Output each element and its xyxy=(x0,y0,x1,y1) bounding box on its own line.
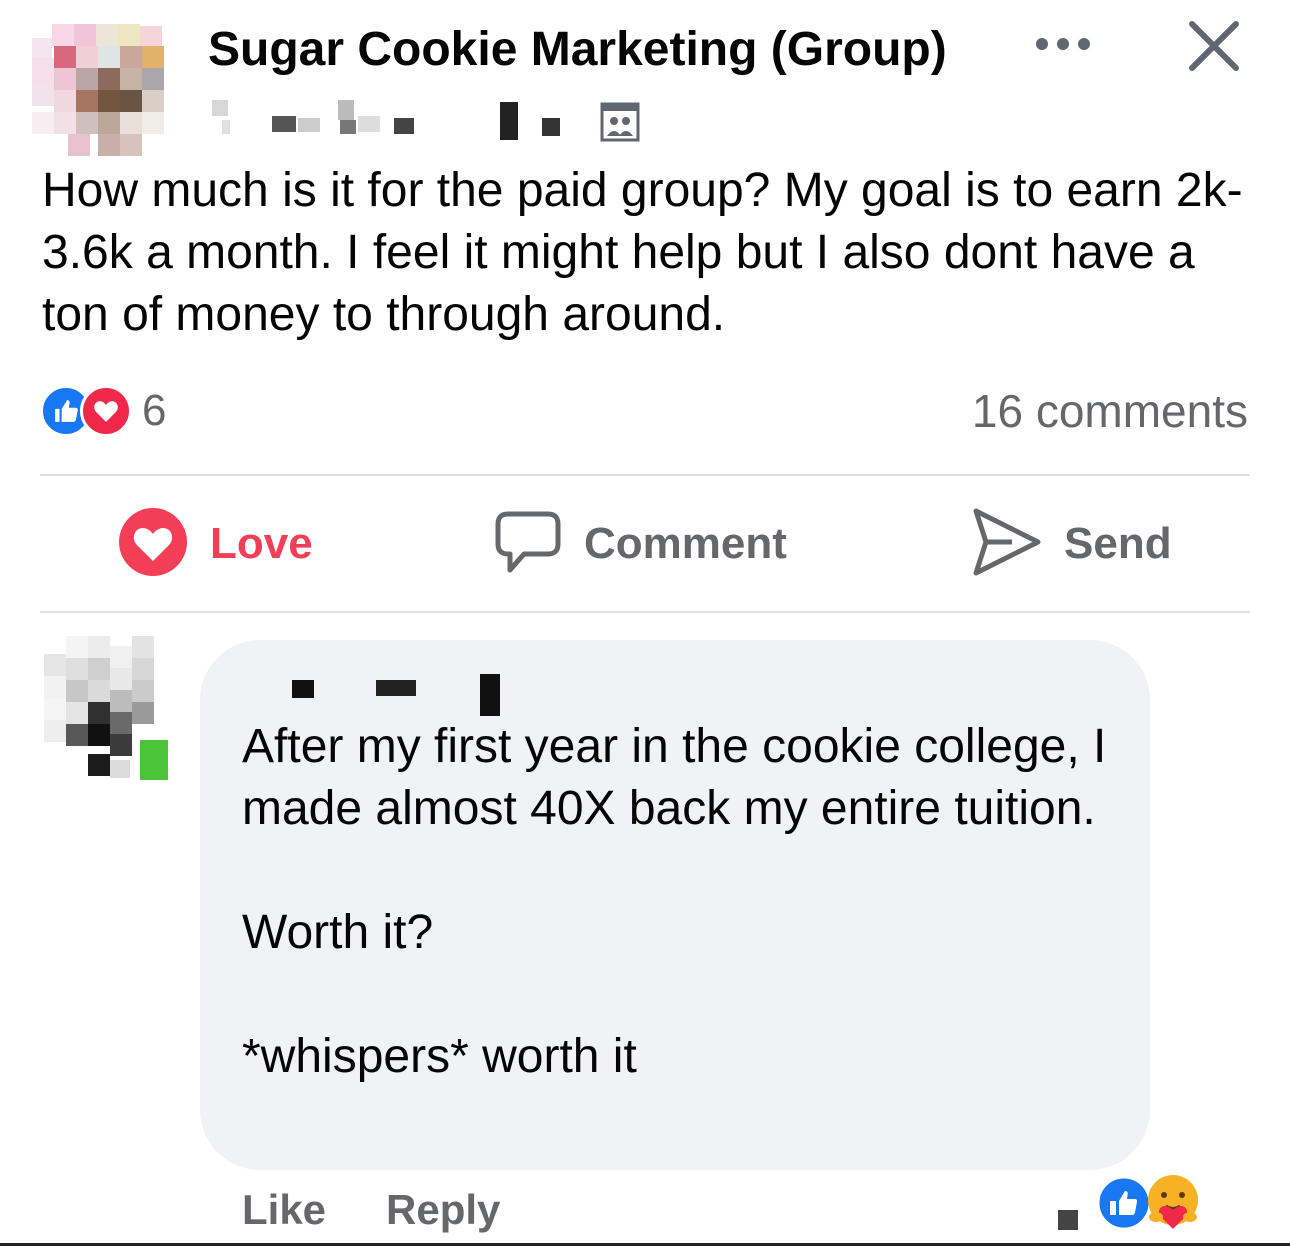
commenter-name-redacted[interactable] xyxy=(290,670,530,720)
comment-icon xyxy=(494,508,562,581)
love-label: Love xyxy=(210,519,313,568)
comment-label: Comment xyxy=(584,519,787,568)
comment-reply-button[interactable]: Reply xyxy=(386,1186,500,1234)
send-button[interactable]: Send xyxy=(972,508,1172,580)
comment-reactions[interactable] xyxy=(1058,1175,1202,1236)
group-audience-icon xyxy=(600,102,640,142)
divider xyxy=(40,474,1250,476)
love-button[interactable]: Love xyxy=(118,507,313,582)
close-icon[interactable] xyxy=(1184,16,1244,76)
post-meta-redacted xyxy=(208,98,648,144)
comment-button[interactable]: Comment xyxy=(494,508,787,580)
comment-text: After my first year in the cookie colleg… xyxy=(242,720,1107,1083)
comments-count[interactable]: 16 comments xyxy=(972,384,1248,438)
divider xyxy=(40,611,1250,613)
love-icon xyxy=(80,385,132,437)
commenter-avatar[interactable] xyxy=(44,636,172,782)
more-options-icon[interactable] xyxy=(1034,30,1094,60)
group-avatar[interactable] xyxy=(32,24,168,160)
group-name[interactable]: Sugar Cookie Marketing (Group) xyxy=(208,22,947,77)
care-icon xyxy=(1144,1173,1202,1236)
send-label: Send xyxy=(1064,519,1172,568)
reactions-summary[interactable]: 6 xyxy=(40,385,167,437)
redacted-count xyxy=(1058,1210,1078,1230)
send-icon xyxy=(972,507,1042,582)
love-reaction-icon xyxy=(118,507,188,582)
post-text: How much is it for the paid group? My go… xyxy=(42,164,1243,341)
reaction-count: 6 xyxy=(142,386,167,435)
comment-like-button[interactable]: Like xyxy=(242,1186,326,1234)
